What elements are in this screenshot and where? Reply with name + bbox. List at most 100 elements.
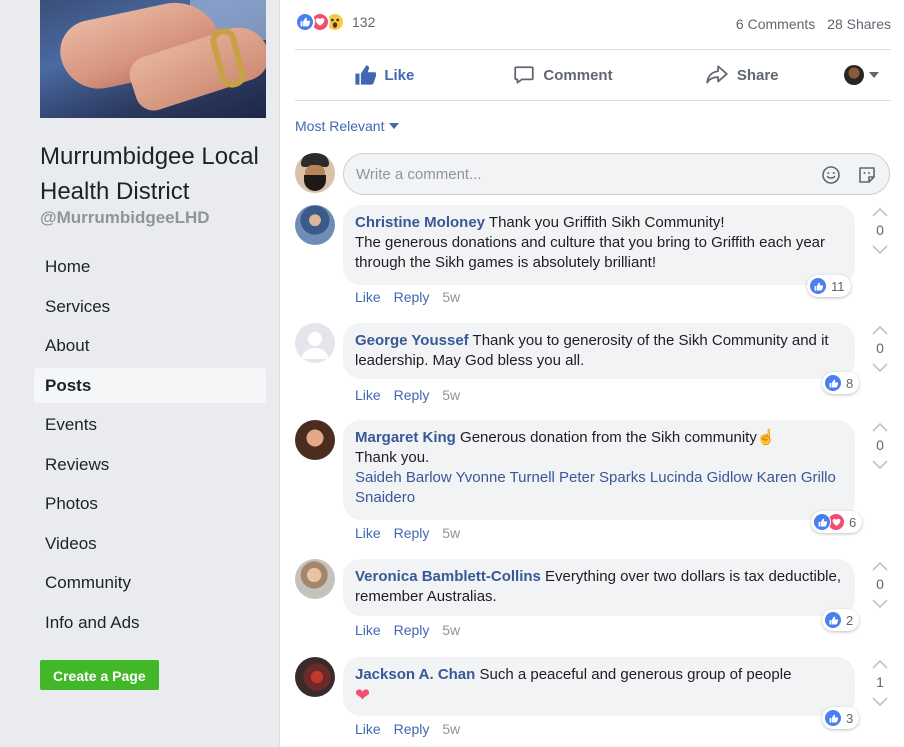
like-label: Like <box>384 66 415 84</box>
comment-vote: 0 <box>869 561 891 609</box>
sticker-icon[interactable] <box>856 164 878 186</box>
nav-item-photos[interactable]: Photos <box>34 486 266 522</box>
comment-bubble: Jackson A. Chan Such a peaceful and gene… <box>343 657 855 716</box>
like-icon <box>295 12 315 32</box>
heart-emoji-icon: ❤ <box>355 685 371 705</box>
comment-meta: Like Reply 5w <box>355 525 469 541</box>
comment-like-link[interactable]: Like <box>355 387 381 403</box>
comment-text: Such a peaceful and generous group of pe… <box>475 666 792 683</box>
emoji-icon[interactable] <box>820 164 842 186</box>
comment-author[interactable]: Margaret King <box>355 429 456 446</box>
comment-reactions[interactable]: 2 <box>822 609 860 631</box>
upvote-icon[interactable] <box>872 325 888 335</box>
comment-item: George Youssef Thank you to generosity o… <box>295 323 891 408</box>
comment-reply-link[interactable]: Reply <box>394 622 430 638</box>
current-user-avatar[interactable] <box>295 153 335 193</box>
cover-photo[interactable] <box>40 0 266 118</box>
nav-item-info-and-ads[interactable]: Info and Ads <box>34 605 266 641</box>
comment-like-link[interactable]: Like <box>355 289 381 305</box>
vote-score: 0 <box>876 437 884 453</box>
comment-like-link[interactable]: Like <box>355 622 381 638</box>
page-handle[interactable]: @MurrumbidgeeLHD <box>40 208 210 228</box>
comment-sort-dropdown[interactable]: Most Relevant <box>295 118 400 134</box>
commenter-avatar[interactable] <box>295 323 335 363</box>
nav-item-videos[interactable]: Videos <box>34 526 266 562</box>
nav-item-about[interactable]: About <box>34 328 266 364</box>
downvote-icon[interactable] <box>872 460 888 470</box>
comment-timestamp[interactable]: 5w <box>442 622 460 638</box>
downvote-icon[interactable] <box>872 697 888 707</box>
comment-timestamp[interactable]: 5w <box>442 721 460 737</box>
comment-vote: 1 <box>869 659 891 707</box>
page-sidebar: Murrumbidgee Local Health District @Murr… <box>0 0 280 747</box>
like-icon <box>824 709 842 727</box>
comment-like-link[interactable]: Like <box>355 525 381 541</box>
commenter-avatar[interactable] <box>295 559 335 599</box>
comment-bubble: Margaret King Generous donation from the… <box>343 420 855 520</box>
comment-reactions[interactable]: 8 <box>822 372 860 394</box>
upvote-icon[interactable] <box>872 561 888 571</box>
upvote-icon[interactable] <box>872 207 888 217</box>
nav-item-events[interactable]: Events <box>34 407 266 443</box>
comment-like-link[interactable]: Like <box>355 721 381 737</box>
downvote-icon[interactable] <box>872 363 888 373</box>
share-button[interactable]: Share <box>652 64 831 86</box>
vote-score: 0 <box>876 340 884 356</box>
reaction-count: 3 <box>846 710 854 726</box>
downvote-icon[interactable] <box>872 245 888 255</box>
like-icon <box>824 374 842 392</box>
reaction-count[interactable]: 132 <box>352 14 375 30</box>
comment-text: The generous donations and culture that … <box>355 234 826 271</box>
vote-score: 0 <box>876 576 884 592</box>
comment-author[interactable]: Jackson A. Chan <box>355 666 475 683</box>
comment-reply-link[interactable]: Reply <box>394 387 430 403</box>
comment-input[interactable] <box>356 164 796 184</box>
reaction-count: 8 <box>846 375 854 391</box>
comment-reactions[interactable]: 11 <box>807 275 851 297</box>
comments-count-link[interactable]: 6 Comments <box>736 16 815 32</box>
nav-item-reviews[interactable]: Reviews <box>34 447 266 483</box>
downvote-icon[interactable] <box>872 599 888 609</box>
reaction-summary[interactable]: 132 <box>295 12 375 32</box>
post-as-selector[interactable] <box>831 65 891 85</box>
comment-reactions[interactable]: 3 <box>822 707 860 729</box>
shares-count-link[interactable]: 28 Shares <box>827 16 891 32</box>
page-title[interactable]: Murrumbidgee Local Health District <box>40 139 276 209</box>
comment-vote: 0 <box>869 207 891 255</box>
comment-bubble: Christine Moloney Thank you Griffith Sik… <box>343 205 855 285</box>
like-button[interactable]: Like <box>295 64 474 86</box>
sort-label: Most Relevant <box>295 118 385 134</box>
comment-author[interactable]: Veronica Bamblett-Collins <box>355 568 541 585</box>
thumbs-up-icon <box>355 65 377 85</box>
comment-author[interactable]: George Youssef <box>355 332 469 349</box>
comment-meta: Like Reply 5w <box>355 289 469 305</box>
nav-item-home[interactable]: Home <box>34 249 266 285</box>
nav-item-posts[interactable]: Posts <box>34 367 266 403</box>
reaction-count: 2 <box>846 612 854 628</box>
upvote-icon[interactable] <box>872 659 888 669</box>
comment-timestamp[interactable]: 5w <box>442 387 460 403</box>
commenter-avatar[interactable] <box>295 205 335 245</box>
comment-reactions[interactable]: 6 <box>811 511 863 533</box>
comment-reply-link[interactable]: Reply <box>394 525 430 541</box>
upvote-icon[interactable] <box>872 422 888 432</box>
vote-score: 0 <box>876 222 884 238</box>
comment-item: Veronica Bamblett-Collins Everything ove… <box>295 559 891 644</box>
comment-timestamp[interactable]: 5w <box>442 289 460 305</box>
comment-reply-link[interactable]: Reply <box>394 289 430 305</box>
comment-label: Comment <box>543 66 613 84</box>
caret-down-icon <box>389 123 400 129</box>
comment-text: Thank you Griffith Sikh Community! <box>485 214 725 231</box>
comment-author[interactable]: Christine Moloney <box>355 214 485 231</box>
create-page-button[interactable]: Create a Page <box>40 660 159 690</box>
post-panel: 132 6 Comments 28 Shares Like Comment Sh… <box>281 0 904 747</box>
commenter-avatar[interactable] <box>295 420 335 460</box>
comment-button[interactable]: Comment <box>474 64 653 86</box>
comment-bubble: George Youssef Thank you to generosity o… <box>343 323 855 379</box>
nav-item-services[interactable]: Services <box>34 289 266 325</box>
commenter-avatar[interactable] <box>295 657 335 697</box>
comment-mentions[interactable]: Saideh Barlow Yvonne Turnell Peter Spark… <box>355 469 836 506</box>
nav-item-community[interactable]: Community <box>34 565 266 601</box>
comment-timestamp[interactable]: 5w <box>442 525 460 541</box>
comment-reply-link[interactable]: Reply <box>394 721 430 737</box>
